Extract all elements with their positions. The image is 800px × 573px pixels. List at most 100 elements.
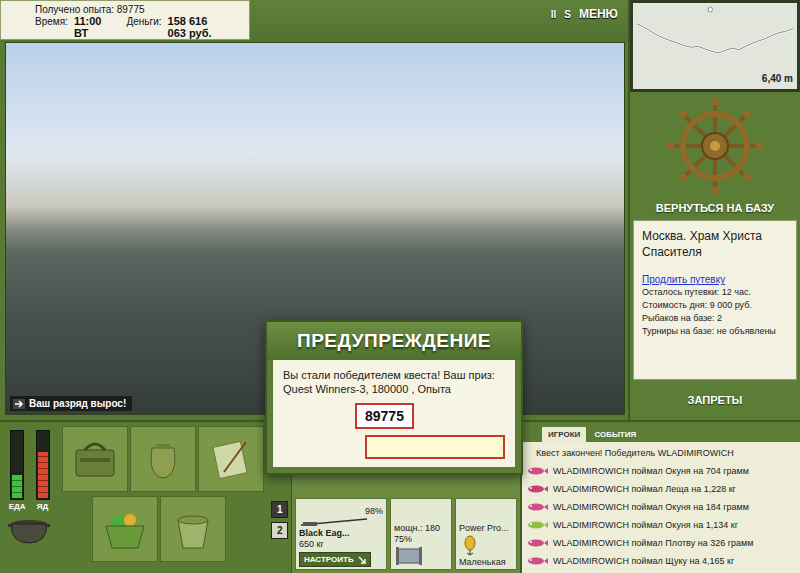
dialog-input[interactable] [365, 435, 505, 459]
float-marker [708, 7, 712, 12]
hud-panel: Получено опыта: 89775Время: 11:00 ВТ Деньг… [0, 0, 250, 40]
chat-tab[interactable]: СОБЫТИЯ [588, 427, 642, 442]
toolbar-button[interactable]: МЕНЮ [579, 7, 618, 21]
inventory-slot[interactable] [160, 496, 226, 562]
hook-name: Маленькая [459, 557, 513, 567]
extend-permit-link[interactable]: Продлить путевку [642, 274, 788, 285]
location-title: Москва. Храм Христа Спасителя [642, 229, 788, 260]
arrow-icon [358, 556, 366, 564]
hook-cell[interactable]: Power Pro... Маленькая [455, 498, 517, 570]
page-button[interactable]: 2 [271, 522, 288, 539]
fishing-rod-icon [299, 517, 369, 527]
chat-message: WLADIMIROWICH поймал Окуня на 704 грамм [526, 462, 796, 480]
depth-box: 6,40 m [630, 0, 800, 92]
game-screen: Получено опыта: 89775Время: 11:00 ВТ Деньг… [0, 0, 800, 573]
gauge-fill [12, 475, 22, 498]
page-button[interactable]: 1 [271, 501, 288, 518]
line-cell[interactable]: мощн.: 18075% [390, 498, 452, 570]
location-info-line: Осталось путевки: 12 час. [642, 287, 788, 298]
prize-value: 89775 [355, 403, 414, 429]
dialog-title: ПРЕДУПРЕЖДЕНИЕ [267, 322, 521, 360]
food-basket-icon [100, 506, 150, 552]
rod-power: мощн.: 180 [394, 523, 448, 533]
location-info-line: Турниры на базе: не объявлены [642, 326, 788, 337]
line-condition: 75% [394, 534, 448, 544]
slot-row [62, 426, 264, 492]
bans-area: ЗАПРЕТЫ [630, 380, 800, 420]
lure-icon [526, 555, 548, 567]
return-base-button[interactable]: ВЕРНУТЬСЯ НА БАЗУ [652, 200, 778, 216]
inventory-slots [58, 422, 268, 573]
gauge-row: ЕДА ЯД [9, 430, 50, 511]
chat-message: Квест закончен! Победитель WLADIMIROWICH [526, 444, 796, 462]
side-panel: 6,40 m ВЕРНУТЬСЯ НА БАЗУ Москва. Храм Хрис… [628, 0, 800, 420]
line-name: Power Pro... [459, 523, 513, 533]
dialog-body: Вы стали победителем квеста! Ваш приз: Q… [273, 360, 515, 467]
gauge: ЕДА [9, 430, 26, 511]
lure-icon [526, 537, 548, 549]
chat-messages: Квест закончен! Победитель WLADIMIROWICH… [522, 442, 800, 572]
lure-icon [526, 519, 548, 531]
rod-name: Black Eag... [299, 528, 383, 538]
location-info: Москва. Храм Христа Спасителя Продлить пу… [633, 220, 797, 380]
setup-button[interactable]: НАСТРОИТЬ [299, 552, 371, 567]
setup-button-label: НАСТРОИТЬ [304, 555, 354, 564]
return-base-area: ВЕРНУТЬСЯ НА БАЗУ [630, 92, 800, 220]
slot-row [62, 496, 264, 562]
chat-panel: ИГРОКИСОБЫТИЯКвест закончен! Победитель … [520, 422, 800, 573]
inventory-slot[interactable] [198, 426, 264, 492]
cooking-pot-icon[interactable] [7, 515, 51, 545]
rank-notice-text: Ваш разряд вырос! [29, 398, 126, 409]
gauge-label: ЯД [37, 502, 48, 511]
money-value: 158 616 063 руб. [168, 15, 223, 39]
gauge-label: ЕДА [9, 502, 26, 511]
status-row: Время: 11:00 ВТ Деньги: 158 616 063 руб. [35, 15, 241, 39]
lure-icon [526, 483, 548, 495]
gauge-fill [38, 452, 48, 498]
inventory-slot[interactable] [130, 426, 196, 492]
rod-weight: 650 кг [299, 539, 383, 549]
toolbar-button[interactable]: S [564, 9, 571, 20]
chat-tabs: ИГРОКИСОБЫТИЯ [522, 422, 800, 442]
chat-message: WLADIMIROWICH поймал Окуня на 184 грамм [526, 498, 796, 516]
chat-message-text: WLADIMIROWICH поймал Плотву на 326 грамм [553, 538, 753, 548]
rank-notice: Ваш разряд вырос! [10, 396, 132, 411]
time-label: Время: [35, 16, 68, 27]
chat-message-text: WLADIMIROWICH поймал Леща на 1,228 кг [553, 484, 736, 494]
chat-message: WLADIMIROWICH поймал Окуня на 1,134 кг [526, 516, 796, 534]
location-info-line: Рыбаков на базе: 2 [642, 313, 788, 324]
helm-wheel-icon[interactable] [665, 96, 765, 196]
chat-message: WLADIMIROWICH поймал Леща на 1,228 кг [526, 480, 796, 498]
chat-message: WLADIMIROWICH поймал Плотву на 326 грамм [526, 534, 796, 552]
experience-row: Получено опыта: 89775 [35, 4, 241, 15]
chat-message-text: WLADIMIROWICH поймал Окуня на 184 грамм [553, 502, 749, 512]
inventory-slot[interactable] [62, 426, 128, 492]
rod-cell[interactable]: 98%Black Eag...650 кгНАСТРОИТЬ [295, 498, 387, 570]
location-info-line: Стоимость дня: 9 000 руб. [642, 300, 788, 311]
bans-button[interactable]: ЗАПРЕТЫ [684, 392, 747, 408]
inventory-slot[interactable] [92, 496, 158, 562]
chat-message-text: Квест закончен! Победитель WLADIMIROWICH [536, 448, 734, 458]
chat-message-text: WLADIMIROWICH поймал Щуку на 4,165 кг [553, 556, 734, 566]
papers-icon [206, 436, 256, 482]
chat-message-text: WLADIMIROWICH поймал Окуня на 1,134 кг [553, 520, 738, 530]
gauge-track [36, 430, 50, 500]
experience-text: Получено опыта: 89775 [35, 4, 145, 15]
spinner-lure-icon [459, 534, 481, 556]
sack-icon [138, 436, 188, 482]
depth-profile-chart [637, 5, 793, 73]
lure-icon [526, 501, 548, 513]
gauge-panel: ЕДА ЯД [0, 422, 58, 573]
money-label: Деньги: [127, 16, 162, 27]
lure-icon [526, 465, 548, 477]
depth-reading: 6,40 m [762, 73, 793, 85]
toolbar: II S МЕНЮ [551, 0, 628, 21]
dialog-message: Вы стали победителем квеста! Ваш приз: Q… [283, 368, 505, 397]
time-value: 11:00 ВТ [74, 15, 103, 39]
arrow-icon [13, 399, 25, 409]
toolbar-button[interactable]: II [551, 9, 557, 20]
tackle-bag-icon [70, 436, 120, 482]
bucket-icon [168, 506, 218, 552]
chat-tab[interactable]: ИГРОКИ [542, 427, 586, 442]
gauge-track [10, 430, 24, 500]
